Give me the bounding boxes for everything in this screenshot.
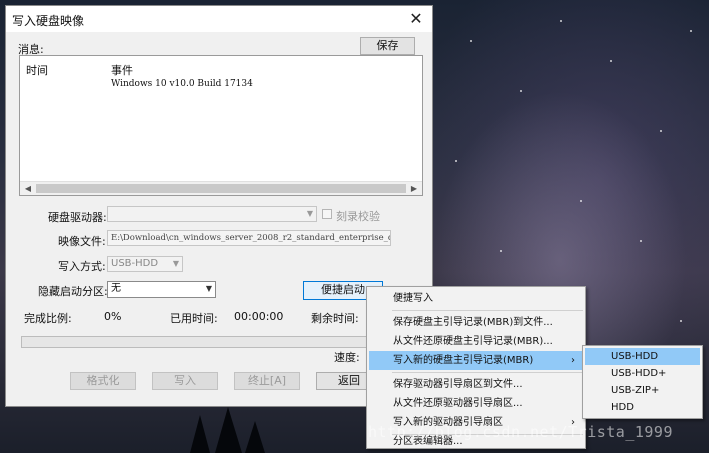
dialog-titlebar: 写入硬盘映像 ✕: [6, 6, 432, 32]
scrollbar-thumb[interactable]: [36, 184, 406, 193]
write-button[interactable]: 写入: [152, 372, 218, 390]
column-header-event: 事件: [111, 64, 133, 77]
hidden-partition-select[interactable]: 无 ▼: [107, 281, 216, 298]
progress-label: 完成比例:: [24, 312, 72, 325]
list-item: Windows 10 v10.0 Build 17134: [111, 79, 253, 89]
scroll-right-icon[interactable]: ▶: [407, 183, 421, 195]
menu-separator: [392, 310, 583, 311]
write-mode-value: USB-HDD: [111, 258, 159, 269]
menu-item-save-mbr[interactable]: 保存硬盘主引导记录(MBR)到文件...: [369, 313, 583, 332]
menu-item-quick-write[interactable]: 便捷写入: [369, 289, 583, 308]
menu-item-restore-boot-sector[interactable]: 从文件还原驱动器引导扇区...: [369, 394, 583, 413]
submenu-item-usb-hdd[interactable]: USB-HDD: [585, 348, 700, 365]
menu-item-write-mbr[interactable]: 写入新的硬盘主引导记录(MBR) ›: [369, 351, 583, 370]
submenu-item-usb-zip-plus[interactable]: USB-ZIP+: [585, 382, 700, 399]
verify-checkbox[interactable]: [322, 209, 332, 219]
progress-value: 0%: [104, 310, 122, 323]
chevron-down-icon: ▼: [205, 284, 212, 293]
menu-item-save-boot-sector[interactable]: 保存驱动器引导扇区到文件...: [369, 375, 583, 394]
elapsed-label: 已用时间:: [170, 312, 218, 325]
chevron-down-icon: ▼: [172, 259, 179, 268]
disk-drive-label: 硬盘驱动器:: [48, 211, 107, 224]
close-icon[interactable]: ✕: [406, 9, 426, 29]
progress-bar: [21, 336, 421, 348]
save-button[interactable]: 保存: [360, 37, 415, 55]
format-button[interactable]: 格式化: [70, 372, 136, 390]
remaining-label: 剩余时间:: [311, 312, 359, 325]
hidden-partition-label: 隐藏启动分区:: [38, 285, 108, 298]
write-mode-label: 写入方式:: [58, 260, 106, 273]
chevron-right-icon: ›: [571, 355, 575, 366]
image-file-label: 映像文件:: [58, 235, 106, 248]
speed-label: 速度:: [334, 351, 360, 364]
chevron-down-icon: ▼: [306, 209, 313, 218]
menu-item-restore-mbr[interactable]: 从文件还原硬盘主引导记录(MBR)...: [369, 332, 583, 351]
mbr-submenu: USB-HDD USB-HDD+ USB-ZIP+ HDD: [582, 345, 703, 419]
submenu-item-usb-hdd-plus[interactable]: USB-HDD+: [585, 365, 700, 382]
horizontal-scrollbar[interactable]: ◀ ▶: [20, 181, 422, 195]
stop-button[interactable]: 终止[A]: [234, 372, 300, 390]
image-file-field[interactable]: E:\Download\cn_windows_server_2008_r2_st…: [107, 230, 391, 246]
column-header-time: 时间: [26, 64, 48, 77]
submenu-item-hdd[interactable]: HDD: [585, 399, 700, 416]
hidden-partition-value: 无: [111, 283, 121, 294]
dialog-title: 写入硬盘映像: [12, 14, 85, 28]
disk-drive-select[interactable]: ▼: [107, 206, 317, 222]
verify-label: 刻录校验: [336, 210, 380, 223]
write-mode-select[interactable]: USB-HDD ▼: [107, 256, 183, 272]
menu-separator: [392, 372, 583, 373]
tree-silhouette: [190, 407, 265, 453]
message-list[interactable]: 时间 事件 Windows 10 v10.0 Build 17134 ◀ ▶: [19, 55, 423, 196]
watermark-text: http://blog.csdn.net/Trista_1999: [368, 423, 673, 441]
scroll-left-icon[interactable]: ◀: [21, 183, 35, 195]
elapsed-value: 00:00:00: [234, 310, 284, 323]
